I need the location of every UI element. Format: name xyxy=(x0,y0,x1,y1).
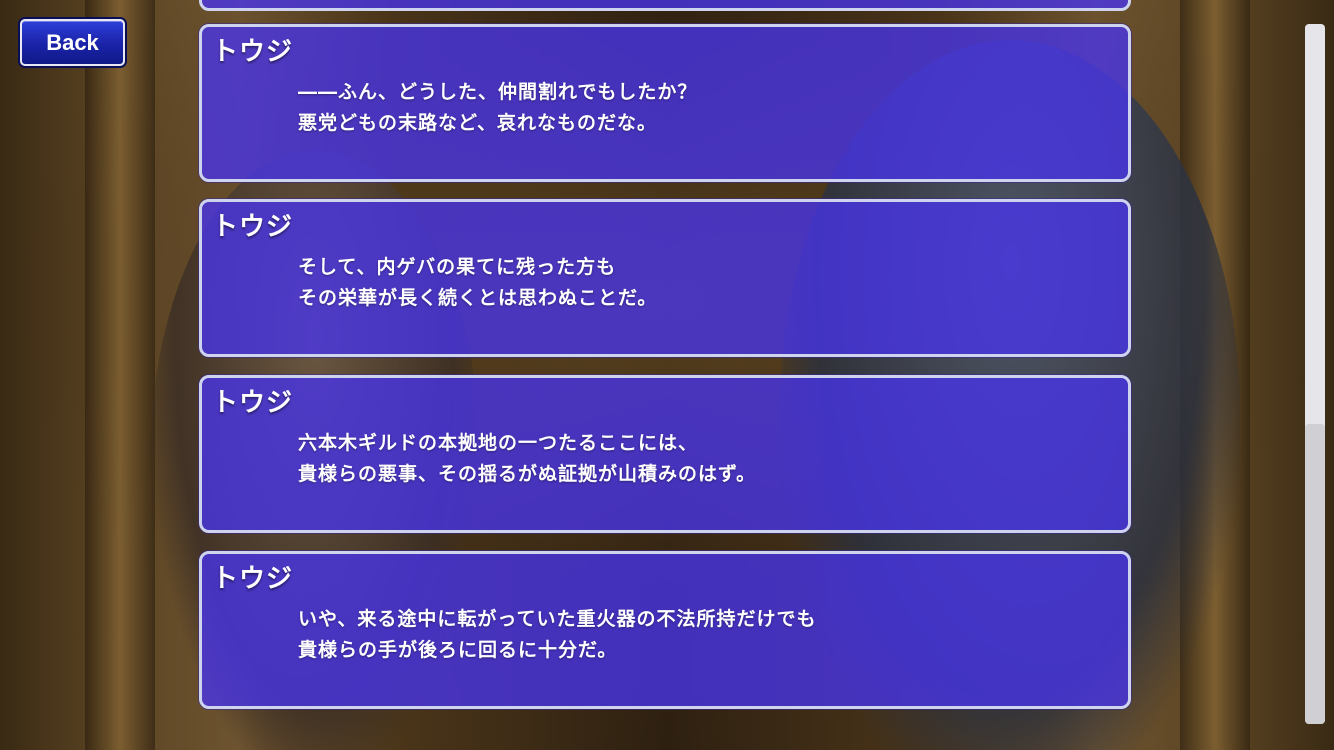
speaker-name: トウジ xyxy=(212,388,294,418)
dialog-card: トウジ ――ふん、どうした、仲間割れでもしたか？ 悪党どもの末路など、哀れなもの… xyxy=(199,24,1131,182)
dialog-line: 貴様らの悪事、その揺るがぬ証拠が山積みのはず。 xyxy=(298,463,757,485)
dialog-line: 悪党どもの末路など、哀れなものだな。 xyxy=(298,112,658,134)
dialog-line: ――ふん、どうした、仲間割れでもしたか？ xyxy=(298,81,698,103)
dialog-card: トウジ いや、来る途中に転がっていた重火器の不法所持だけでも 貴様らの手が後ろに… xyxy=(199,551,1131,709)
speaker-name: トウジ xyxy=(212,37,294,67)
dialog-line: いや、来る途中に転がっていた重火器の不法所持だけでも xyxy=(298,608,817,630)
game-scene: トウジ ――ふん、どうした、仲間割れでもしたか？ 悪党どもの末路など、哀れなもの… xyxy=(0,0,1334,750)
dialog-card: トウジ 六本木ギルドの本拠地の一つたるここには、 貴様らの悪事、その揺るがぬ証拠… xyxy=(199,375,1131,533)
background-pillar xyxy=(85,0,155,750)
dialog-card-partial xyxy=(199,0,1131,11)
dialog-line: そして、内ゲバの果てに残った方も xyxy=(298,256,617,278)
dialog-line: 六本木ギルドの本拠地の一つたるここには、 xyxy=(298,432,699,454)
speaker-name: トウジ xyxy=(212,212,294,242)
back-button[interactable]: Back xyxy=(20,19,125,66)
dialog-line: その栄華が長く続くとは思わぬことだ。 xyxy=(298,287,658,309)
speaker-name: トウジ xyxy=(212,564,294,594)
scrollbar-thumb[interactable] xyxy=(1305,424,1325,724)
dialog-card: トウジ そして、内ゲバの果てに残った方も その栄華が長く続くとは思わぬことだ。 xyxy=(199,199,1131,357)
dialog-line: 貴様らの手が後ろに回るに十分だ。 xyxy=(298,639,618,661)
